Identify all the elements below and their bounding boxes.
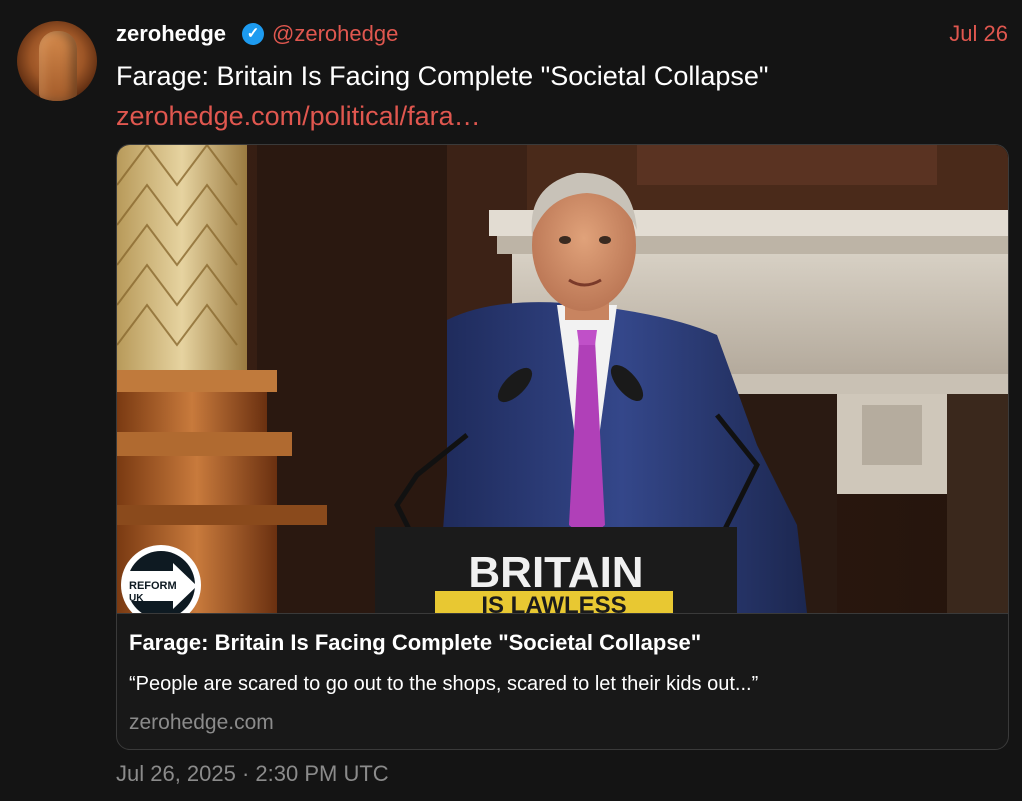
post-header: zerohedge ✓ @zerohedge Jul 26 (116, 20, 1008, 50)
post-link[interactable]: zerohedge.com/political/fara… (116, 98, 481, 134)
card-title: Farage: Britain Is Facing Complete "Soci… (129, 630, 702, 655)
lectern-line-2: IS LAWLESS (481, 592, 626, 613)
card-text-area[interactable]: Farage: Britain Is Facing Complete "Soci… (117, 613, 1008, 749)
card-image-scene: BRITAIN IS LAWLESS REFORM UK (117, 145, 1008, 613)
author-avatar[interactable] (17, 21, 97, 101)
post-text: Farage: Britain Is Facing Complete "Soci… (116, 61, 769, 91)
author-name[interactable]: zerohedge (116, 20, 226, 48)
avatar-figure (39, 31, 77, 101)
verified-check-icon: ✓ (242, 23, 264, 45)
card-description: “People are scared to go out to the shop… (129, 673, 759, 695)
lectern-line-1: BRITAIN (468, 548, 643, 597)
author-handle[interactable]: @zerohedge (272, 20, 398, 48)
logo-line-2: UK (129, 593, 144, 604)
post-date[interactable]: Jul 26 (949, 20, 1008, 48)
card-domain: zerohedge.com (129, 711, 274, 734)
logo-line-1: REFORM (129, 580, 177, 592)
link-preview-card[interactable]: BRITAIN IS LAWLESS REFORM UK Farage: Bri… (116, 144, 1009, 750)
card-image[interactable]: BRITAIN IS LAWLESS REFORM UK (117, 145, 1008, 613)
post-timestamp[interactable]: Jul 26, 2025 · 2:30 PM UTC (116, 760, 389, 788)
